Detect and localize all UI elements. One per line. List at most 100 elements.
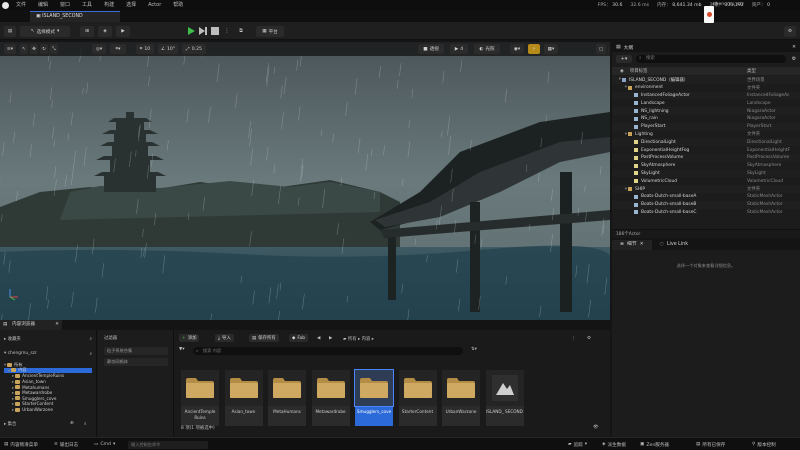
pause-button[interactable] — [210, 26, 220, 36]
expand-icon[interactable]: ▾ — [612, 85, 628, 90]
outliner-row[interactable]: ▾ environment 文件夹 — [612, 84, 800, 92]
breadcrumb-all[interactable]: 所有 — [348, 337, 357, 342]
menu-item[interactable]: 工具 — [76, 0, 98, 10]
outliner-row[interactable]: ▾ SHIP 文件夹 — [612, 185, 800, 193]
translate-tool-icon[interactable]: ✥ — [30, 44, 38, 54]
outliner-row[interactable]: Boats-Dutch-small-baseB StaticMeshActor — [612, 200, 800, 209]
folder-tile[interactable]: StarterContent — [398, 370, 437, 427]
surface-snap-icon[interactable]: ⌗▾ — [110, 44, 126, 54]
outliner-row[interactable]: InstancedFoliageActor InstancedFoliageAc — [612, 91, 800, 100]
search-icon[interactable]: ⌕ — [90, 351, 92, 357]
close-icon[interactable]: ✕ — [792, 45, 796, 50]
expand-icon[interactable]: ▸ — [12, 385, 14, 390]
folder-tree-item[interactable]: ▸ UrbanWarzone — [4, 407, 92, 413]
import-button[interactable]: ⤓ 导入 — [215, 334, 234, 342]
expand-icon[interactable]: ▸ — [12, 396, 14, 401]
forward-icon[interactable]: ▶ — [329, 336, 332, 341]
filter-item[interactable]: 粒子系统合集 — [104, 347, 168, 355]
expand-icon[interactable]: ▾ — [612, 132, 628, 137]
transform-space-icon[interactable]: ◎▾ — [92, 44, 106, 54]
asset-search-input[interactable]: ⌕ 搜索 内容 — [193, 347, 463, 355]
history-icon[interactable]: ⋮ — [571, 336, 575, 341]
output-log-button[interactable]: ≡ 输出日志 — [54, 438, 78, 450]
filter-item[interactable]: 静态网格体 — [104, 358, 168, 366]
derived-data-button[interactable]: ◈ 派生数据 — [602, 438, 626, 450]
play-options-button[interactable]: ⋮ — [222, 26, 232, 36]
folder-tile[interactable]: Smugglers_cove — [354, 369, 394, 427]
expand-icon[interactable]: ▸ — [12, 407, 14, 412]
fab-button[interactable]: ◆ Fab — [289, 334, 308, 342]
console-input[interactable]: 输入控制台命令 — [128, 438, 208, 450]
content-drawer-button[interactable]: ▤ 内容侧滑菜单 — [4, 438, 38, 450]
collections-section[interactable]: ▸ 集合 — [4, 421, 16, 427]
maximize-viewport-icon[interactable]: ▢ — [596, 44, 606, 54]
menu-item[interactable]: 选择 — [120, 0, 142, 10]
column-item-label[interactable]: 项目标签 — [624, 68, 648, 74]
sort-icon[interactable]: ⇅▾ — [471, 347, 477, 352]
menu-item[interactable]: 构建 — [98, 0, 120, 10]
tab-livelink[interactable]: ◌ Live Link — [652, 240, 696, 250]
source-control-button[interactable]: ⚲ 版本控制 — [752, 438, 776, 450]
breadcrumb-content[interactable]: 内容 — [362, 337, 371, 342]
rotate-tool-icon[interactable]: ↻ — [40, 44, 48, 54]
outliner-row[interactable]: SkyAtmosphere SkyAtmosphere — [612, 162, 800, 170]
cinematics-icon[interactable]: ▶ — [116, 26, 130, 37]
expand-icon[interactable]: ▸ — [12, 379, 14, 384]
expand-icon[interactable]: ▾ — [612, 187, 628, 192]
trace-button[interactable]: ▰ 追踪 ▾ — [568, 438, 587, 450]
platform-dropdown[interactable]: ▦ 平台 — [256, 26, 284, 37]
outliner-row[interactable]: ▾ ISLAND_SECOND（编辑器） 世界场景 — [612, 76, 800, 84]
level-viewport[interactable]: ≡▾ ↖ ✥ ↻ ⤡ ◎▾ ⌗▾ ⌗ 10 ∠ 10° ⤢ 0.25 ■ 透视 ▶ 4 ◐… — [0, 42, 610, 320]
perspective-dropdown[interactable]: ■ 透视 — [418, 44, 444, 54]
outliner-row[interactable]: Boats-Dutch-small-baseC StaticMeshActor — [612, 209, 800, 217]
realtime-toggle-icon[interactable]: ⚡ — [528, 44, 540, 54]
close-icon[interactable]: ✕ — [640, 240, 644, 250]
menu-item[interactable]: 文件 — [10, 0, 32, 10]
show-flags-icon[interactable]: ◉▾ — [510, 44, 524, 54]
add-collection-icon[interactable]: ⊕ — [70, 421, 74, 426]
column-type[interactable]: 类型 — [747, 68, 756, 74]
scale-snap-button[interactable]: ⤢ 0.25 — [182, 44, 206, 54]
favorites-section[interactable]: ▸ 收藏夹 — [4, 336, 21, 342]
view-mode-dropdown[interactable]: ◐ 光照 — [474, 44, 500, 54]
play-button[interactable] — [186, 26, 196, 36]
cmd-dropdown[interactable]: ▭ Cmd ▾ — [94, 438, 115, 450]
outliner-row[interactable]: ExponentialHeightFog ExponentialHeightF — [612, 146, 800, 154]
outliner-row[interactable]: VolumetricCloud VolumetricCloud — [612, 177, 800, 185]
camera-speed-button[interactable]: ▶ 4 — [450, 44, 468, 54]
zen-server-button[interactable]: ▣ Zen服务器 — [640, 438, 669, 450]
outliner-row[interactable]: NS_rain NiagaraActor — [612, 115, 800, 123]
launch-icon[interactable]: ⧉ — [236, 26, 246, 36]
settings-icon[interactable]: ⚙ — [784, 26, 796, 37]
all-saved-button[interactable]: ▤ 所有已保存 — [696, 438, 725, 450]
select-tool-icon[interactable]: ↖ — [20, 44, 28, 54]
outliner-row[interactable]: PostProcessVolume PostProcessVolume — [612, 153, 800, 162]
settings-icon[interactable]: ⚙ — [587, 336, 591, 341]
save-icon[interactable]: ▤ — [4, 26, 16, 37]
rotation-snap-button[interactable]: ∠ 10° — [158, 44, 178, 54]
folder-tile[interactable]: UrbanWarzone — [442, 370, 480, 427]
back-icon[interactable]: ◀ — [317, 336, 320, 341]
outliner-row[interactable]: DirectionalLight DirectionalLight — [612, 138, 800, 147]
view-options-icon[interactable]: 👁 — [593, 425, 599, 430]
tab-island-second[interactable]: ▣ ISLAND_SECOND — [30, 11, 120, 22]
filter-dropdown-icon[interactable]: ▼▾ — [179, 347, 185, 352]
folder-tile[interactable]: AncientTemple Ruins — [181, 370, 219, 427]
expand-icon[interactable]: ▾ — [612, 77, 622, 82]
grid-snap-button[interactable]: ⌗ 10 — [136, 44, 154, 54]
outliner-row[interactable]: Boats-Dutch-small-baseA StaticMeshActor — [612, 193, 800, 201]
outliner-row[interactable]: SkyLight SkyLight — [612, 169, 800, 178]
viewport-menu-icon[interactable]: ≡▾ — [4, 44, 16, 54]
outliner-row[interactable]: Landscape Landscape — [612, 99, 800, 107]
unreal-logo-icon[interactable] — [0, 0, 10, 10]
expand-icon[interactable]: ▸ — [12, 390, 14, 395]
content-add-icon[interactable]: ⊞ — [80, 26, 94, 37]
outliner-settings-icon[interactable]: ⚙ — [790, 55, 798, 63]
menu-item[interactable]: 帮助 — [167, 0, 189, 10]
outliner-search-input[interactable]: ⌕ 搜索 — [636, 55, 786, 63]
project-section[interactable]: ▾ chengmu_szr — [4, 351, 37, 356]
expand-icon[interactable]: ▾ — [4, 362, 6, 367]
add-button[interactable]: + 添加 — [179, 334, 200, 342]
level-asset-tile[interactable]: ISLAND_ SECOND — [485, 370, 524, 427]
folder-tile[interactable]: Metawardrobe — [311, 370, 350, 427]
